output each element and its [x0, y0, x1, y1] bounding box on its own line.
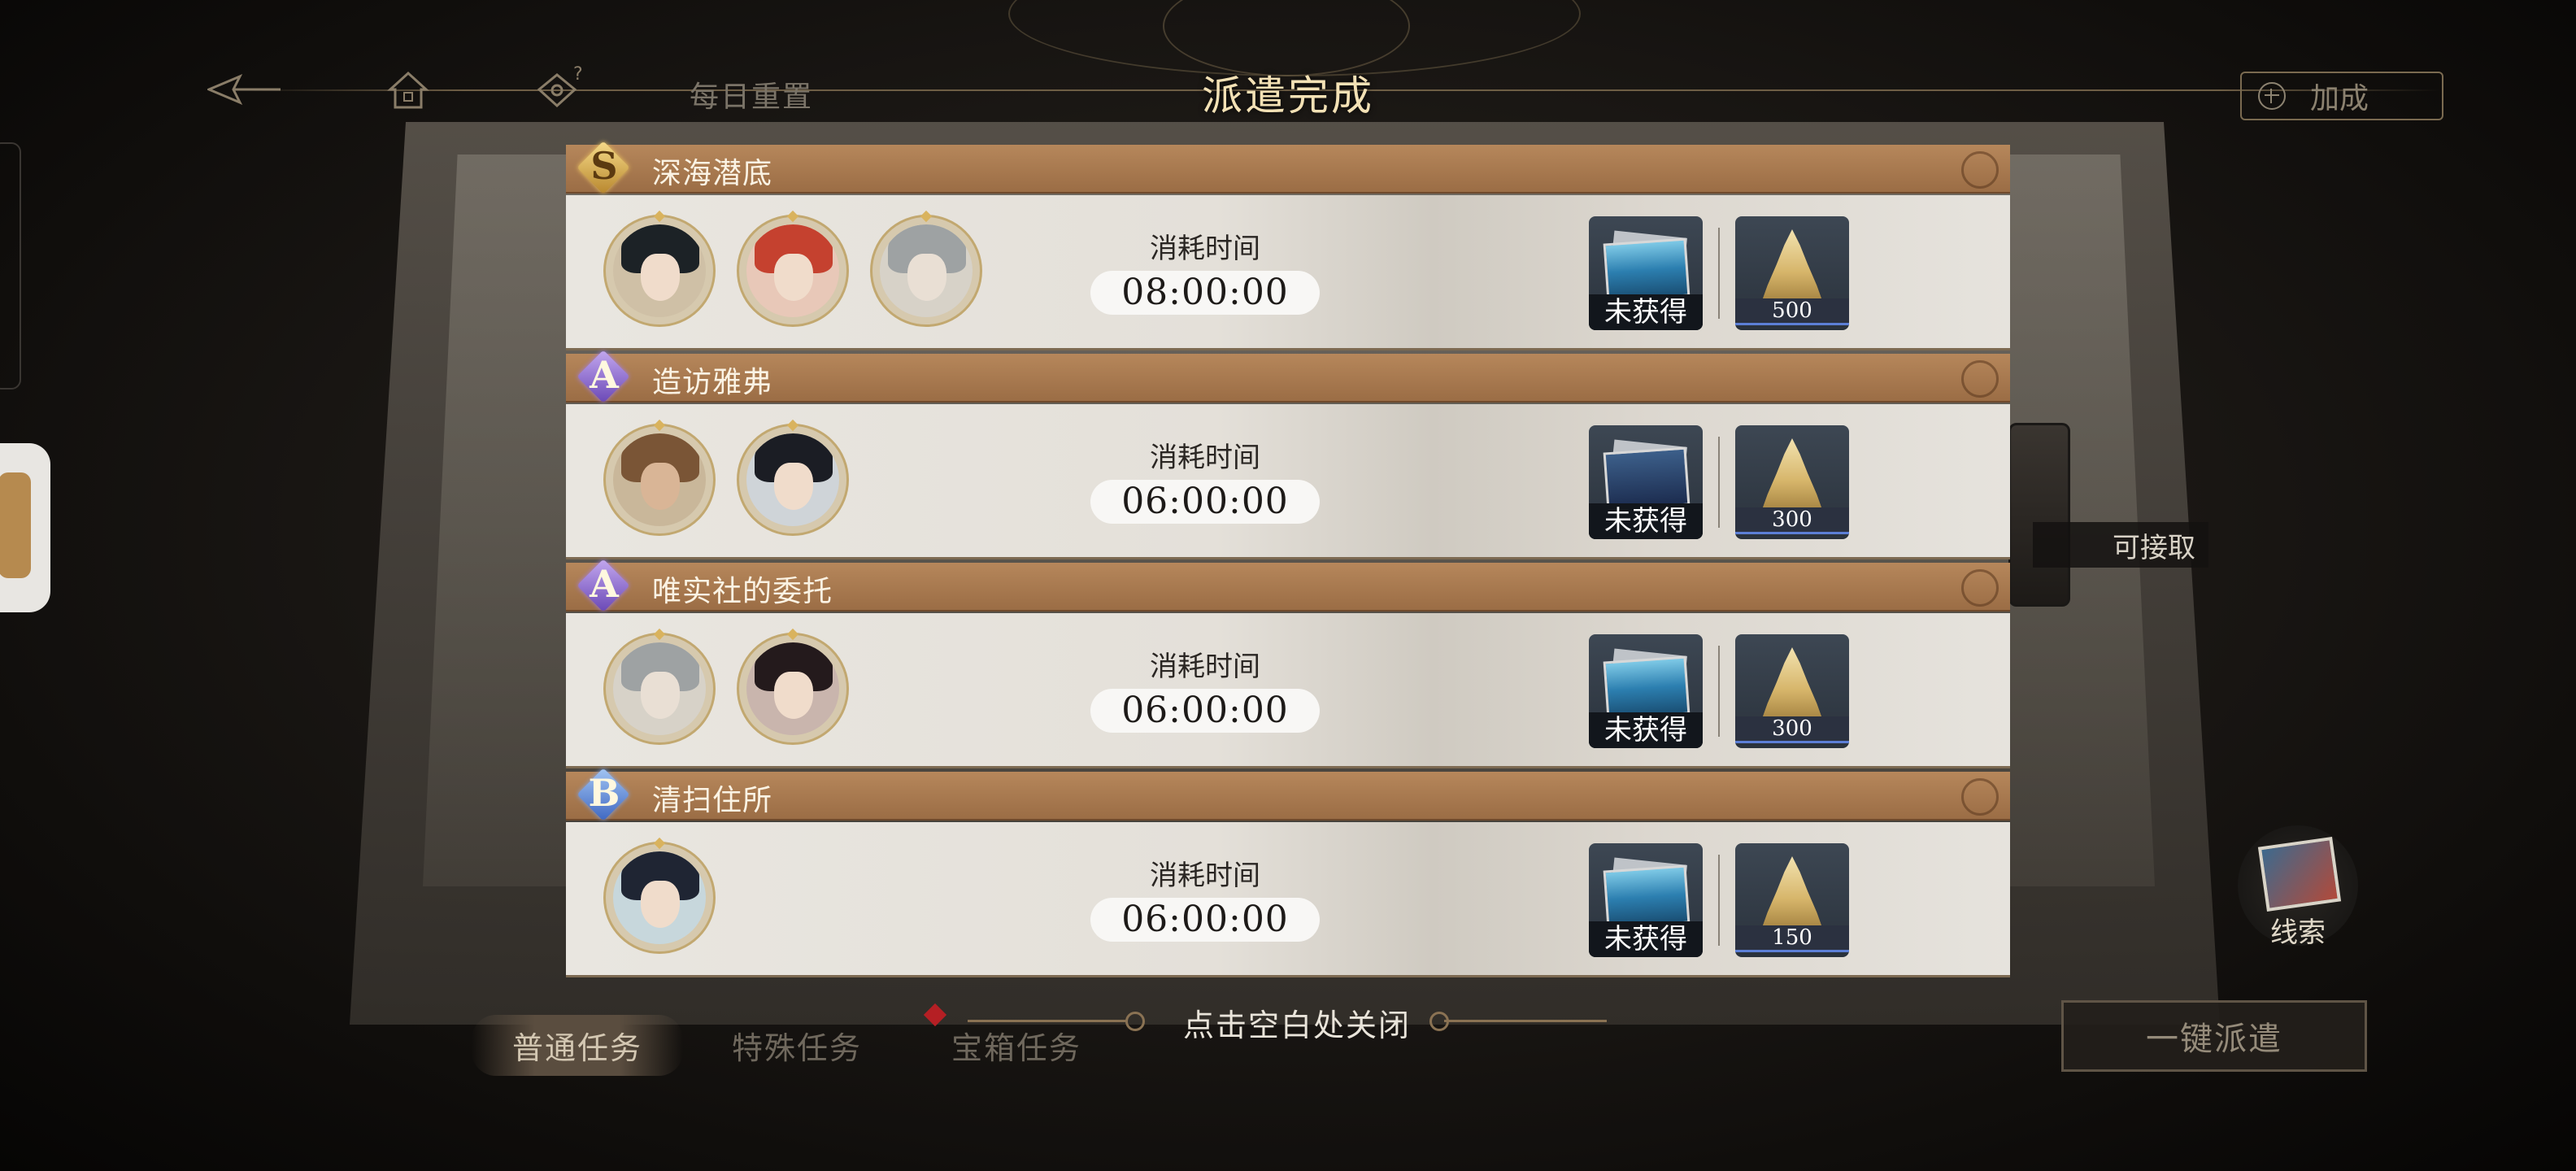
- photo-reward-icon: [1603, 446, 1690, 511]
- plus-circle-icon: [2258, 82, 2286, 110]
- reward-divider: [1718, 228, 1720, 319]
- reward-photo[interactable]: 未获得: [1589, 843, 1703, 957]
- page-title: 派遣完成: [1202, 72, 1374, 120]
- rank-letter: A: [590, 562, 619, 606]
- mission-name: 唯实社的委托: [652, 575, 833, 608]
- clue-label: 线索: [2270, 916, 2326, 949]
- mission-name: 造访雅弗: [652, 366, 773, 399]
- available-tag: 可接取: [2033, 522, 2208, 568]
- photo-reward-icon: [1603, 655, 1690, 720]
- emblem-icon: [1961, 360, 1999, 398]
- reward-amount: 500: [1735, 298, 1849, 325]
- reward-gold[interactable]: 300: [1735, 634, 1849, 748]
- hint-ornament: [1125, 1012, 1145, 1031]
- rank-letter: A: [590, 353, 619, 397]
- reward-divider: [1718, 646, 1720, 737]
- photo-reward-icon: [1603, 864, 1690, 929]
- reward-gold[interactable]: 500: [1735, 216, 1849, 330]
- mission-header: S 深海潜底: [566, 141, 2010, 194]
- mission-header: A 唯实社的委托: [566, 559, 2010, 612]
- photo-icon: [2257, 836, 2342, 912]
- emblem-icon: [1961, 569, 1999, 607]
- hint-line-right: [1444, 1020, 1607, 1022]
- tab-chest-missions[interactable]: 宝箱任务: [951, 1023, 1081, 1068]
- reward-status: 未获得: [1589, 921, 1703, 957]
- dispatch-all-button[interactable]: 一键派遣: [2061, 1000, 2367, 1072]
- mission-result: S 深海潜底 消耗时间 08:00:00 未获得 500: [566, 141, 2010, 354]
- clue-button[interactable]: 线索: [2238, 825, 2358, 949]
- boost-label: 加成: [2310, 82, 2369, 115]
- rank-letter: S: [590, 144, 618, 188]
- time-block: 消耗时间 06:00:00: [1083, 435, 1327, 524]
- reward-divider: [1718, 855, 1720, 946]
- character-avatar[interactable]: [737, 215, 849, 327]
- mission-result: B 清扫住所 消耗时间 06:00:00 未获得 150: [566, 768, 2010, 981]
- character-avatar[interactable]: [737, 633, 849, 745]
- mission-result: A 造访雅弗 消耗时间 06:00:00 未获得 300: [566, 350, 2010, 563]
- reward-amount: 300: [1735, 716, 1849, 743]
- tab-special-missions[interactable]: 特殊任务: [732, 1023, 862, 1068]
- mission-body: 消耗时间 06:00:00 未获得 150: [566, 822, 2010, 977]
- mission-body: 消耗时间 06:00:00 未获得 300: [566, 613, 2010, 768]
- time-label: 消耗时间: [1150, 860, 1260, 892]
- time-block: 消耗时间 06:00:00: [1083, 853, 1327, 942]
- gold-pile-icon: [1760, 229, 1825, 307]
- time-block: 消耗时间 08:00:00: [1083, 226, 1327, 315]
- mission-card-edge[interactable]: [2008, 423, 2070, 607]
- character-avatar[interactable]: [603, 424, 716, 536]
- time-label: 消耗时间: [1150, 442, 1260, 474]
- reward-amount: 150: [1735, 925, 1849, 952]
- rank-letter: B: [588, 771, 620, 815]
- edge-handle: [0, 142, 21, 390]
- tab-normal-missions[interactable]: 普通任务: [472, 1014, 684, 1076]
- reward-gold[interactable]: 300: [1735, 425, 1849, 539]
- gold-pile-icon: [1760, 438, 1825, 516]
- character-avatar[interactable]: [603, 215, 716, 327]
- reward-amount: 300: [1735, 507, 1849, 534]
- reward-status: 未获得: [1589, 503, 1703, 539]
- time-value: 06:00:00: [1090, 898, 1320, 942]
- mission-body: 消耗时间 08:00:00 未获得 500: [566, 195, 2010, 350]
- time-label: 消耗时间: [1150, 233, 1260, 265]
- floating-app-icon[interactable]: [0, 443, 50, 612]
- time-value: 06:00:00: [1090, 689, 1320, 733]
- emblem-icon: [1961, 151, 1999, 189]
- time-value: 08:00:00: [1090, 271, 1320, 315]
- gold-pile-icon: [1760, 647, 1825, 725]
- photo-reward-icon: [1603, 237, 1690, 303]
- rank-badge: A: [577, 350, 631, 404]
- character-avatar[interactable]: [603, 842, 716, 954]
- mission-header: A 造访雅弗: [566, 350, 2010, 403]
- character-avatar[interactable]: [603, 633, 716, 745]
- gold-pile-icon: [1760, 856, 1825, 934]
- mission-result: A 唯实社的委托 消耗时间 06:00:00 未获得 300: [566, 559, 2010, 772]
- time-block: 消耗时间 06:00:00: [1083, 644, 1327, 733]
- reward-photo[interactable]: 未获得: [1589, 634, 1703, 748]
- rank-badge: B: [577, 768, 631, 822]
- reward-photo[interactable]: 未获得: [1589, 216, 1703, 330]
- mission-name: 深海潜底: [652, 157, 773, 190]
- reward-gold[interactable]: 150: [1735, 843, 1849, 957]
- rank-badge: S: [577, 141, 631, 195]
- reward-photo[interactable]: 未获得: [1589, 425, 1703, 539]
- reward-status: 未获得: [1589, 294, 1703, 330]
- emblem-icon: [1961, 778, 1999, 816]
- reward-status: 未获得: [1589, 712, 1703, 748]
- character-avatar[interactable]: [870, 215, 982, 327]
- dispatch-results-list: S 深海潜底 消耗时间 08:00:00 未获得 500 A 造访雅弗 消耗时间…: [566, 141, 2010, 981]
- close-hint: 点击空白处关闭: [1183, 1008, 1412, 1043]
- mission-type-tabs: 普通任务 特殊任务 宝箱任务: [472, 1014, 1171, 1076]
- character-avatar[interactable]: [737, 424, 849, 536]
- mission-header: B 清扫住所: [566, 768, 2010, 821]
- mission-body: 消耗时间 06:00:00 未获得 300: [566, 404, 2010, 559]
- time-value: 06:00:00: [1090, 480, 1320, 524]
- rank-badge: A: [577, 559, 631, 613]
- boost-button[interactable]: 加成: [2240, 72, 2443, 120]
- hint-line-left: [968, 1020, 1126, 1022]
- mission-name: 清扫住所: [652, 784, 773, 817]
- reward-divider: [1718, 437, 1720, 528]
- time-label: 消耗时间: [1150, 651, 1260, 683]
